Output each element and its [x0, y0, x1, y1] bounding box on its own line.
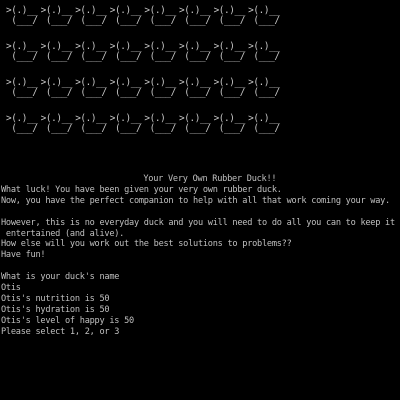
- ascii-duck: >(.)__ (___/: [6, 41, 40, 63]
- name-prompt: What is your duck's name: [1, 272, 120, 283]
- intro-line-2: Now, you have the perfect companion to h…: [1, 195, 390, 206]
- ascii-duck: >(.)__ (___/: [109, 113, 144, 135]
- duck-body-line: (___/: [248, 15, 280, 27]
- duck-body-line: (___/: [40, 87, 73, 99]
- ascii-duck: >(.)__ (___/: [178, 5, 213, 27]
- duck-row: >(.)__ (___/>(.)__ (___/>(.)__ (___/>(.)…: [6, 5, 306, 27]
- duck-body-line: (___/: [40, 15, 73, 27]
- selection-prompt[interactable]: Please select 1, 2, or 3: [1, 327, 400, 338]
- ascii-duck: >(.)__ (___/: [75, 77, 109, 99]
- ascii-duck-banner: >(.)__ (___/>(.)__ (___/>(.)__ (___/>(.)…: [6, 5, 306, 150]
- warning-line-4: Have fun!: [1, 250, 46, 261]
- ascii-duck: >(.)__ (___/: [6, 77, 40, 99]
- ascii-duck: >(.)__ (___/: [248, 5, 282, 27]
- nutrition-status: Otis's nutrition is 50: [1, 293, 110, 304]
- ascii-duck: >(.)__ (___/: [75, 5, 109, 27]
- duck-body-line: (___/: [213, 123, 246, 135]
- duck-body-line: (___/: [109, 15, 142, 27]
- duck-body-line: (___/: [75, 51, 107, 63]
- duck-body-line: (___/: [248, 87, 280, 99]
- duck-body-line: (___/: [144, 123, 177, 135]
- ascii-duck: >(.)__ (___/: [109, 5, 144, 27]
- duck-body-line: (___/: [40, 123, 73, 135]
- duck-body-line: (___/: [144, 15, 177, 27]
- warning-line-3: How else will you work out the best solu…: [1, 239, 292, 250]
- duck-body-line: (___/: [109, 123, 142, 135]
- ascii-duck: >(.)__ (___/: [109, 77, 144, 99]
- warning-line-2: entertained (and alive).: [1, 228, 125, 239]
- duck-body-line: (___/: [6, 51, 38, 63]
- happiness-status: Otis's level of happy is 50: [1, 315, 134, 326]
- ascii-duck: >(.)__ (___/: [6, 113, 40, 135]
- duck-body-line: (___/: [75, 123, 107, 135]
- ascii-duck: >(.)__ (___/: [40, 41, 75, 63]
- ascii-duck: >(.)__ (___/: [6, 5, 40, 27]
- ascii-duck: >(.)__ (___/: [178, 41, 213, 63]
- ascii-duck: >(.)__ (___/: [40, 5, 75, 27]
- duck-body-line: (___/: [178, 51, 211, 63]
- duck-body-line: (___/: [75, 87, 107, 99]
- duck-body-line: (___/: [213, 51, 246, 63]
- ascii-duck: >(.)__ (___/: [213, 41, 248, 63]
- hydration-status: Otis's hydration is 50: [1, 304, 110, 315]
- ascii-duck: >(.)__ (___/: [144, 5, 178, 27]
- title-text: Your Very Own Rubber Duck!!: [143, 173, 277, 184]
- ascii-duck: >(.)__ (___/: [109, 41, 144, 63]
- ascii-duck: >(.)__ (___/: [40, 77, 75, 99]
- duck-body-line: (___/: [178, 87, 211, 99]
- ascii-duck: >(.)__ (___/: [75, 113, 109, 135]
- ascii-duck: >(.)__ (___/: [213, 113, 248, 135]
- duck-body-line: (___/: [178, 15, 211, 27]
- ascii-duck: >(.)__ (___/: [248, 77, 282, 99]
- warning-line-1: However, this is no everyday duck and yo…: [1, 217, 395, 228]
- duck-body-line: (___/: [248, 123, 280, 135]
- ascii-duck: >(.)__ (___/: [213, 5, 248, 27]
- duck-row: >(.)__ (___/>(.)__ (___/>(.)__ (___/>(.)…: [6, 77, 306, 99]
- console-output: What luck! You have been given your very…: [1, 185, 400, 337]
- duck-body-line: (___/: [40, 51, 73, 63]
- ascii-duck: >(.)__ (___/: [75, 41, 109, 63]
- duck-body-line: (___/: [109, 51, 142, 63]
- ascii-duck: >(.)__ (___/: [144, 113, 178, 135]
- duck-row: >(.)__ (___/>(.)__ (___/>(.)__ (___/>(.)…: [6, 41, 306, 63]
- duck-body-line: (___/: [144, 87, 177, 99]
- duck-body-line: (___/: [6, 87, 38, 99]
- ascii-duck: >(.)__ (___/: [144, 41, 178, 63]
- duck-body-line: (___/: [109, 87, 142, 99]
- console-window[interactable]: >(.)__ (___/>(.)__ (___/>(.)__ (___/>(.)…: [0, 0, 400, 400]
- duck-body-line: (___/: [6, 123, 38, 135]
- ascii-duck: >(.)__ (___/: [144, 77, 178, 99]
- ascii-duck: >(.)__ (___/: [213, 77, 248, 99]
- intro-line-1: What luck! You have been given your very…: [1, 185, 282, 195]
- ascii-duck: >(.)__ (___/: [248, 113, 282, 135]
- duck-body-line: (___/: [6, 15, 38, 27]
- duck-body-line: (___/: [213, 87, 246, 99]
- ascii-duck: >(.)__ (___/: [40, 113, 75, 135]
- ascii-duck: >(.)__ (___/: [178, 113, 213, 135]
- name-input[interactable]: Otis: [1, 283, 400, 294]
- duck-body-line: (___/: [178, 123, 211, 135]
- duck-body-line: (___/: [213, 15, 246, 27]
- duck-body-line: (___/: [144, 51, 177, 63]
- duck-body-line: (___/: [248, 51, 280, 63]
- ascii-duck: >(.)__ (___/: [248, 41, 282, 63]
- ascii-duck: >(.)__ (___/: [178, 77, 213, 99]
- duck-body-line: (___/: [75, 15, 107, 27]
- duck-row: >(.)__ (___/>(.)__ (___/>(.)__ (___/>(.)…: [6, 113, 306, 135]
